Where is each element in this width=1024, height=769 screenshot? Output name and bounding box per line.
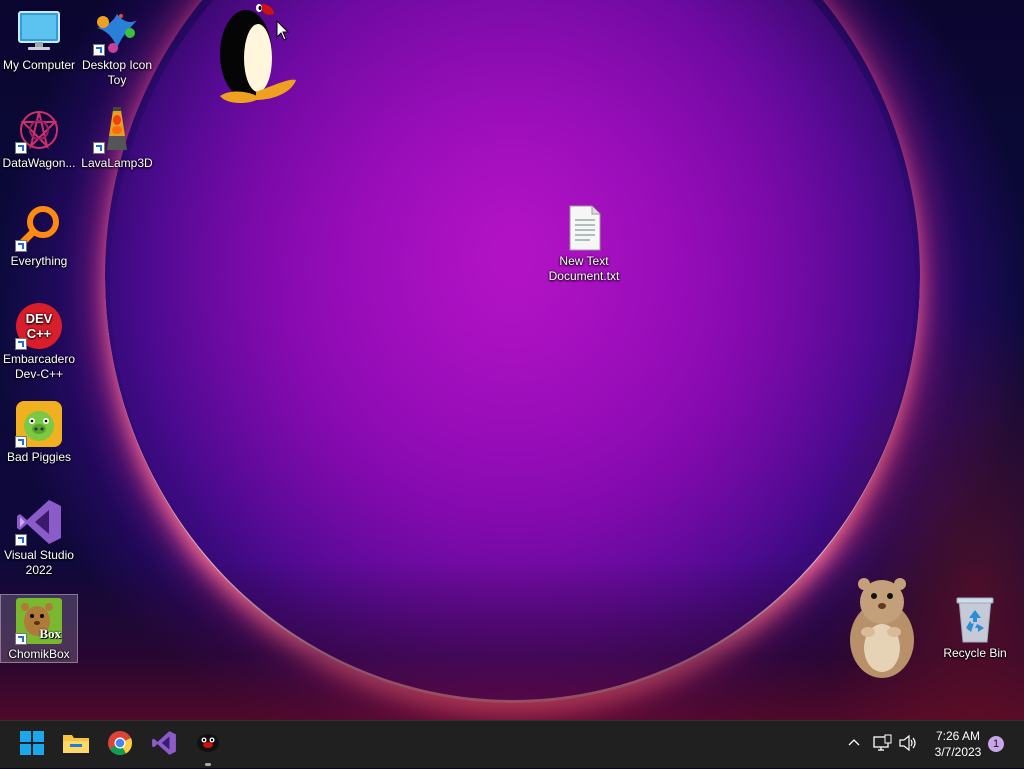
shortcut-arrow-icon	[15, 633, 27, 645]
icon-label: Recycle Bin	[943, 646, 1007, 660]
hamster-desktop-pet[interactable]	[838, 572, 922, 680]
clock-time: 7:26 AM	[935, 729, 981, 743]
svg-text:C++: C++	[27, 326, 52, 341]
taskbar-file-explorer[interactable]	[56, 725, 96, 765]
notification-badge[interactable]: 1	[988, 736, 1004, 752]
devcpp-icon: DEV C++	[15, 302, 63, 350]
tray-overflow-button[interactable]	[846, 721, 862, 769]
desktop-icon-my-computer[interactable]: My Computer	[1, 8, 77, 73]
desktop-icon-toy-icon	[93, 8, 141, 56]
desktop-icon-visual-studio[interactable]: Visual Studio 2022	[1, 498, 77, 578]
penguin-icon	[195, 730, 221, 761]
recycle-bin-icon	[951, 596, 999, 644]
clock-date: 3/7/2023	[934, 745, 982, 759]
desktop-icon-datawagon[interactable]: DataWagon...	[1, 106, 77, 171]
icon-label: Desktop Icon Toy	[81, 58, 153, 87]
shortcut-arrow-icon	[15, 240, 27, 252]
visual-studio-icon	[151, 730, 177, 761]
visual-studio-icon	[15, 498, 63, 546]
taskbar-chrome[interactable]	[100, 725, 140, 765]
shortcut-arrow-icon	[15, 338, 27, 350]
shortcut-arrow-icon	[93, 44, 105, 56]
icon-label: Embarcadero Dev-C++	[2, 352, 76, 381]
chomikbox-icon: Box	[15, 597, 63, 645]
shortcut-arrow-icon	[15, 142, 27, 154]
text-document-icon	[560, 204, 608, 252]
start-button[interactable]	[12, 725, 52, 765]
icon-label: My Computer	[2, 58, 76, 72]
taskbar-clock[interactable]: 7:26 AM 3/7/2023	[920, 728, 996, 760]
taskbar-penguin-app[interactable]	[188, 725, 228, 766]
icon-label: Bad Piggies	[6, 450, 72, 464]
icon-label: New Text Document.txt	[548, 254, 620, 283]
icon-label: Everything	[10, 254, 68, 268]
desktop-icon-recycle-bin[interactable]: Recycle Bin	[937, 596, 1013, 661]
network-icon	[872, 734, 892, 757]
desktop-icon-devcpp[interactable]: DEV C++ Embarcadero Dev-C++	[1, 302, 77, 382]
shortcut-arrow-icon	[93, 142, 105, 154]
shortcut-arrow-icon	[15, 436, 27, 448]
chomikbox-badge: Box	[39, 626, 61, 641]
desktop-icon-bad-piggies[interactable]: Bad Piggies	[1, 400, 77, 465]
lava-lamp-icon	[93, 106, 141, 154]
desktop-icon-lavalamp3d[interactable]: LavaLamp3D	[79, 106, 155, 171]
taskbar-visual-studio[interactable]	[144, 725, 184, 765]
desktop-icon-desktop-icon-toy[interactable]: Desktop Icon Toy	[79, 8, 155, 88]
icon-label: ChomikBox	[8, 647, 70, 661]
windows-logo-icon	[19, 730, 45, 761]
monitor-icon	[15, 8, 63, 56]
taskbar: 7:26 AM 3/7/2023	[0, 720, 1024, 768]
shortcut-arrow-icon	[15, 534, 27, 546]
running-indicator	[205, 763, 211, 766]
desktop-icon-chomikbox[interactable]: Box ChomikBox	[0, 594, 78, 663]
volume-icon	[898, 734, 918, 757]
tray-volume-button[interactable]	[898, 721, 918, 769]
icon-label: DataWagon...	[2, 156, 76, 170]
chevron-up-icon	[846, 735, 862, 756]
folder-icon	[62, 731, 90, 760]
magnifier-icon	[15, 204, 63, 252]
chrome-icon	[107, 730, 133, 761]
icon-label: LavaLamp3D	[81, 156, 153, 170]
penguin-desktop-pet[interactable]	[212, 0, 300, 108]
tray-network-button[interactable]	[872, 721, 892, 769]
desktop-icon-new-text-document[interactable]: New Text Document.txt	[546, 204, 622, 284]
desktop-icon-everything[interactable]: Everything	[1, 204, 77, 269]
svg-text:DEV: DEV	[26, 311, 53, 326]
bad-piggies-icon	[15, 400, 63, 448]
datawagon-icon	[15, 106, 63, 154]
mouse-cursor-icon	[276, 19, 290, 42]
icon-label: Visual Studio 2022	[4, 548, 74, 577]
